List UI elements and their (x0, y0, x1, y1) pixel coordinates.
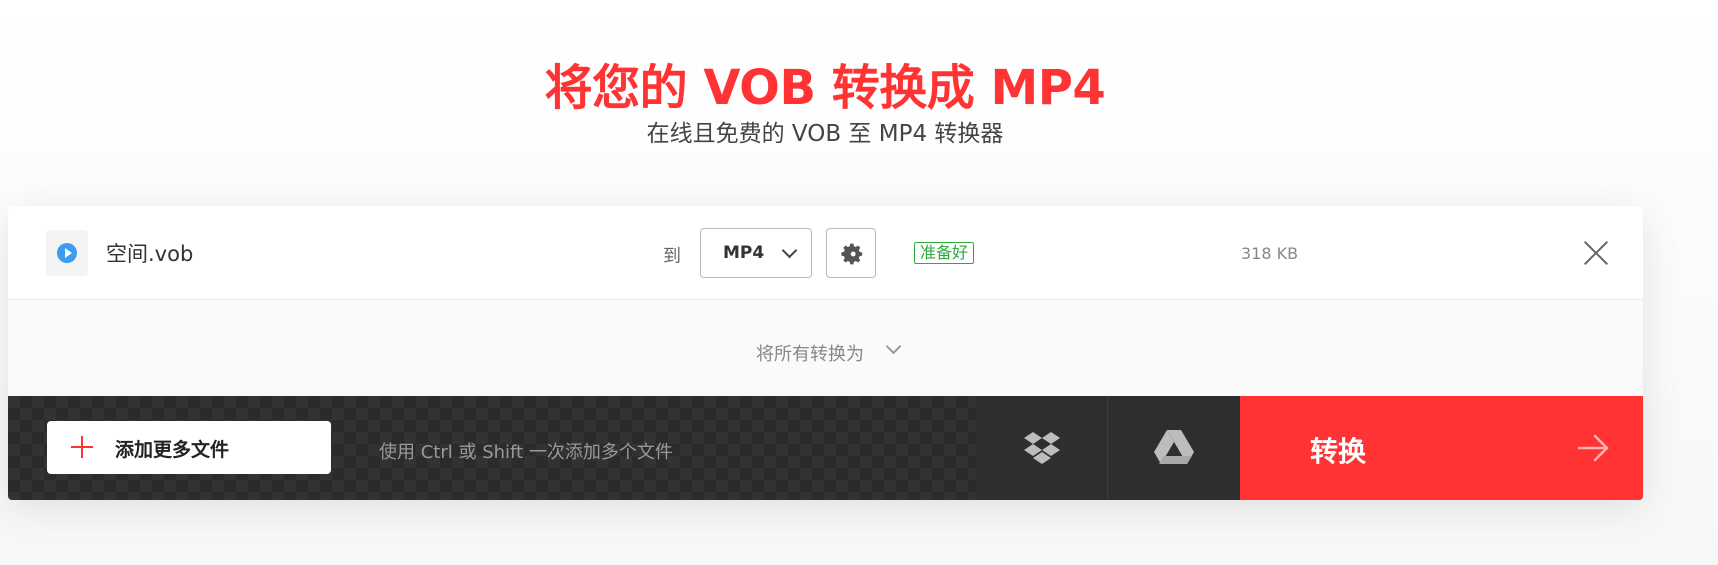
chevron-down-icon (781, 242, 798, 259)
action-toolbar: 添加更多文件 使用 Ctrl 或 Shift 一次添加多个文件 转换 (8, 396, 1643, 500)
to-label: 到 (663, 246, 681, 267)
page-title: 将您的 VOB 转换成 MP4 (544, 60, 1106, 116)
arrow-right-icon (1577, 434, 1609, 462)
gear-icon (841, 243, 863, 265)
settings-button[interactable] (826, 228, 876, 278)
chevron-down-icon (885, 338, 902, 355)
dropbox-icon (1024, 432, 1060, 464)
convert-label: 转换 (1310, 435, 1367, 468)
google-drive-icon (1154, 430, 1194, 464)
plus-icon (71, 436, 93, 458)
close-icon[interactable] (1582, 239, 1610, 267)
file-row: 空间.vob 到 MP4 准备好 318 KB (8, 206, 1643, 300)
status-badge: 准备好 (914, 242, 975, 264)
play-icon (57, 243, 77, 263)
google-drive-button[interactable] (1108, 396, 1240, 500)
file-type-icon (46, 230, 88, 276)
file-size: 318 KB (1241, 244, 1299, 263)
dropbox-button[interactable] (976, 396, 1108, 500)
file-name: 空间.vob (106, 242, 194, 266)
convert-button[interactable]: 转换 (1240, 396, 1643, 500)
add-files-button[interactable]: 添加更多文件 (47, 421, 331, 474)
multi-select-hint: 使用 Ctrl 或 Shift 一次添加多个文件 (379, 442, 673, 463)
format-select[interactable]: MP4 (700, 228, 812, 278)
convert-all-label: 将所有转换为 (756, 344, 864, 365)
format-select-value: MP4 (723, 243, 765, 263)
converter-card: 空间.vob 到 MP4 准备好 318 KB 将所有转换为 添加更多文件 使用… (8, 206, 1643, 500)
add-files-label: 添加更多文件 (115, 439, 230, 461)
page-subtitle: 在线且免费的 VOB 至 MP4 转换器 (646, 121, 1004, 147)
convert-all-dropdown[interactable]: 将所有转换为 (8, 300, 1643, 396)
